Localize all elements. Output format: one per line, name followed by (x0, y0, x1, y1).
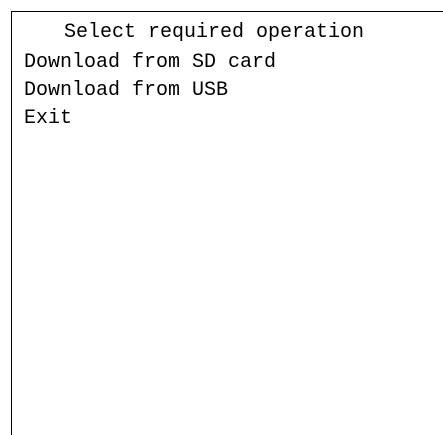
screen-border-left (11, 11, 12, 435)
menu-item-download-sd-card[interactable]: Download from SD card (24, 50, 276, 78)
screen-border-top (11, 11, 443, 12)
menu-title: Select required operation (64, 21, 365, 44)
menu-item-exit[interactable]: Exit (24, 106, 276, 134)
operation-menu: Download from SD card Download from USB … (24, 50, 276, 134)
terminal-screen: Select required operation Download from … (0, 0, 443, 435)
menu-item-download-usb[interactable]: Download from USB (24, 78, 276, 106)
